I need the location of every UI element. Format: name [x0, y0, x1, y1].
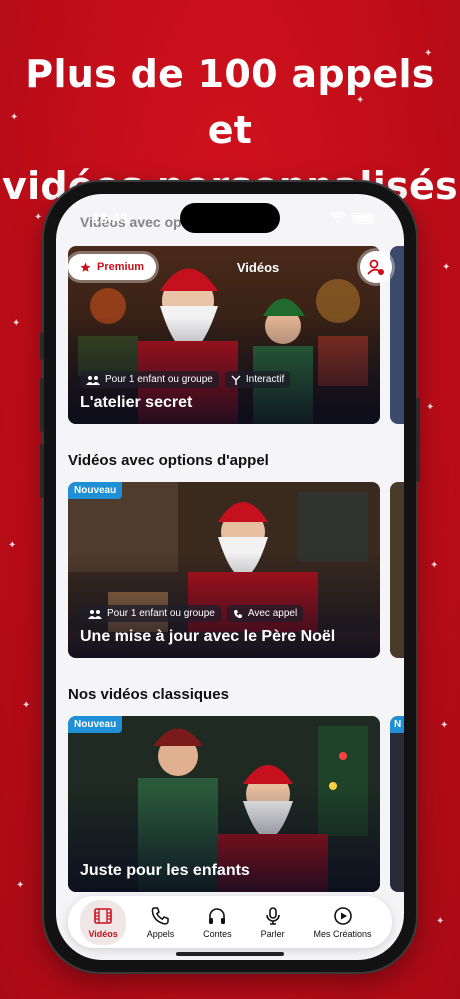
branch-icon: [231, 375, 241, 385]
sparkle-icon: ✦: [12, 318, 21, 329]
sparkle-icon: ✦: [424, 48, 433, 59]
star-icon: [80, 262, 91, 272]
sparkle-icon: ✦: [34, 212, 43, 223]
classic-card-title: Juste pour les enfants: [80, 862, 250, 879]
tag-with-call: Avec appel: [226, 605, 304, 622]
section-heading-call-options: Vidéos avec options d'appel: [68, 452, 269, 469]
tab-stories[interactable]: Contes: [195, 900, 240, 945]
featured-tags: Pour 1 enfant ou groupe Interactif: [80, 371, 291, 388]
group-icon: [88, 609, 102, 619]
next-card-peek[interactable]: [390, 246, 404, 424]
app-screen: 13:43 Vidéos avec options d'appel Pour 1…: [56, 194, 404, 960]
tab-my-creations[interactable]: Mes Créations: [306, 900, 380, 945]
dynamic-island: [180, 203, 280, 233]
sparkle-icon: ✦: [8, 540, 17, 551]
next-card-peek[interactable]: N: [390, 716, 404, 892]
call-video-card[interactable]: Nouveau Pour 1 enfant ou groupe Avec app…: [68, 482, 380, 658]
bottom-tab-bar: Vidéos Appels Contes Parler Mes Création…: [68, 896, 392, 948]
volume-up-button: [40, 378, 44, 432]
classic-video-card[interactable]: Nouveau Juste pour les enfants: [68, 716, 380, 892]
next-card-peek[interactable]: [390, 482, 404, 658]
sparkle-icon: ✦: [442, 262, 451, 273]
sparkle-icon: ✦: [356, 95, 365, 106]
tab-talk[interactable]: Parler: [253, 900, 293, 945]
wifi-icon: [330, 212, 346, 223]
play-circle-icon: [333, 906, 352, 925]
new-badge: Nouveau: [68, 716, 123, 733]
battery-icon: [352, 212, 374, 224]
premium-button[interactable]: Premium: [68, 254, 157, 280]
tag-interactive: Interactif: [224, 371, 291, 388]
top-bar: Premium Vidéos: [68, 250, 392, 284]
account-button[interactable]: [360, 251, 392, 283]
call-card-title: Une mise à jour avec le Père Noël: [80, 628, 336, 645]
phone-icon: [152, 906, 170, 925]
home-indicator: [176, 952, 284, 956]
call-card-tags: Pour 1 enfant ou groupe Avec appel: [82, 605, 304, 622]
tag-group: Pour 1 enfant ou groupe: [80, 371, 219, 388]
user-settings-icon: [367, 259, 384, 275]
sparkle-icon: ✦: [440, 720, 449, 731]
new-badge: N: [390, 716, 404, 733]
sparkle-icon: ✦: [10, 112, 19, 123]
mute-switch: [40, 332, 44, 360]
microphone-icon: [265, 906, 280, 925]
section-heading-classic: Nos vidéos classiques: [68, 686, 229, 703]
volume-down-button: [40, 444, 44, 498]
sparkle-icon: ✦: [436, 916, 445, 927]
sparkle-icon: ✦: [22, 700, 31, 711]
power-button: [416, 398, 420, 482]
tab-videos[interactable]: Vidéos: [80, 899, 126, 945]
sparkle-icon: ✦: [430, 560, 439, 571]
sparkle-icon: ✦: [426, 402, 435, 413]
tag-group: Pour 1 enfant ou groupe: [82, 605, 221, 622]
featured-card-title: L'atelier secret: [80, 394, 193, 411]
phone-icon: [233, 609, 242, 618]
tab-calls[interactable]: Appels: [139, 900, 183, 945]
sparkle-icon: ✦: [16, 880, 25, 891]
headline-line-1: Plus de 100 appels et: [25, 52, 435, 152]
phone-frame: 13:43 Vidéos avec options d'appel Pour 1…: [40, 182, 420, 972]
group-icon: [86, 375, 100, 385]
headphones-icon: [209, 907, 226, 924]
film-icon: [94, 907, 112, 924]
status-time: 13:43: [92, 210, 128, 226]
new-badge: Nouveau: [68, 482, 123, 499]
page-title: Vidéos: [236, 259, 280, 275]
